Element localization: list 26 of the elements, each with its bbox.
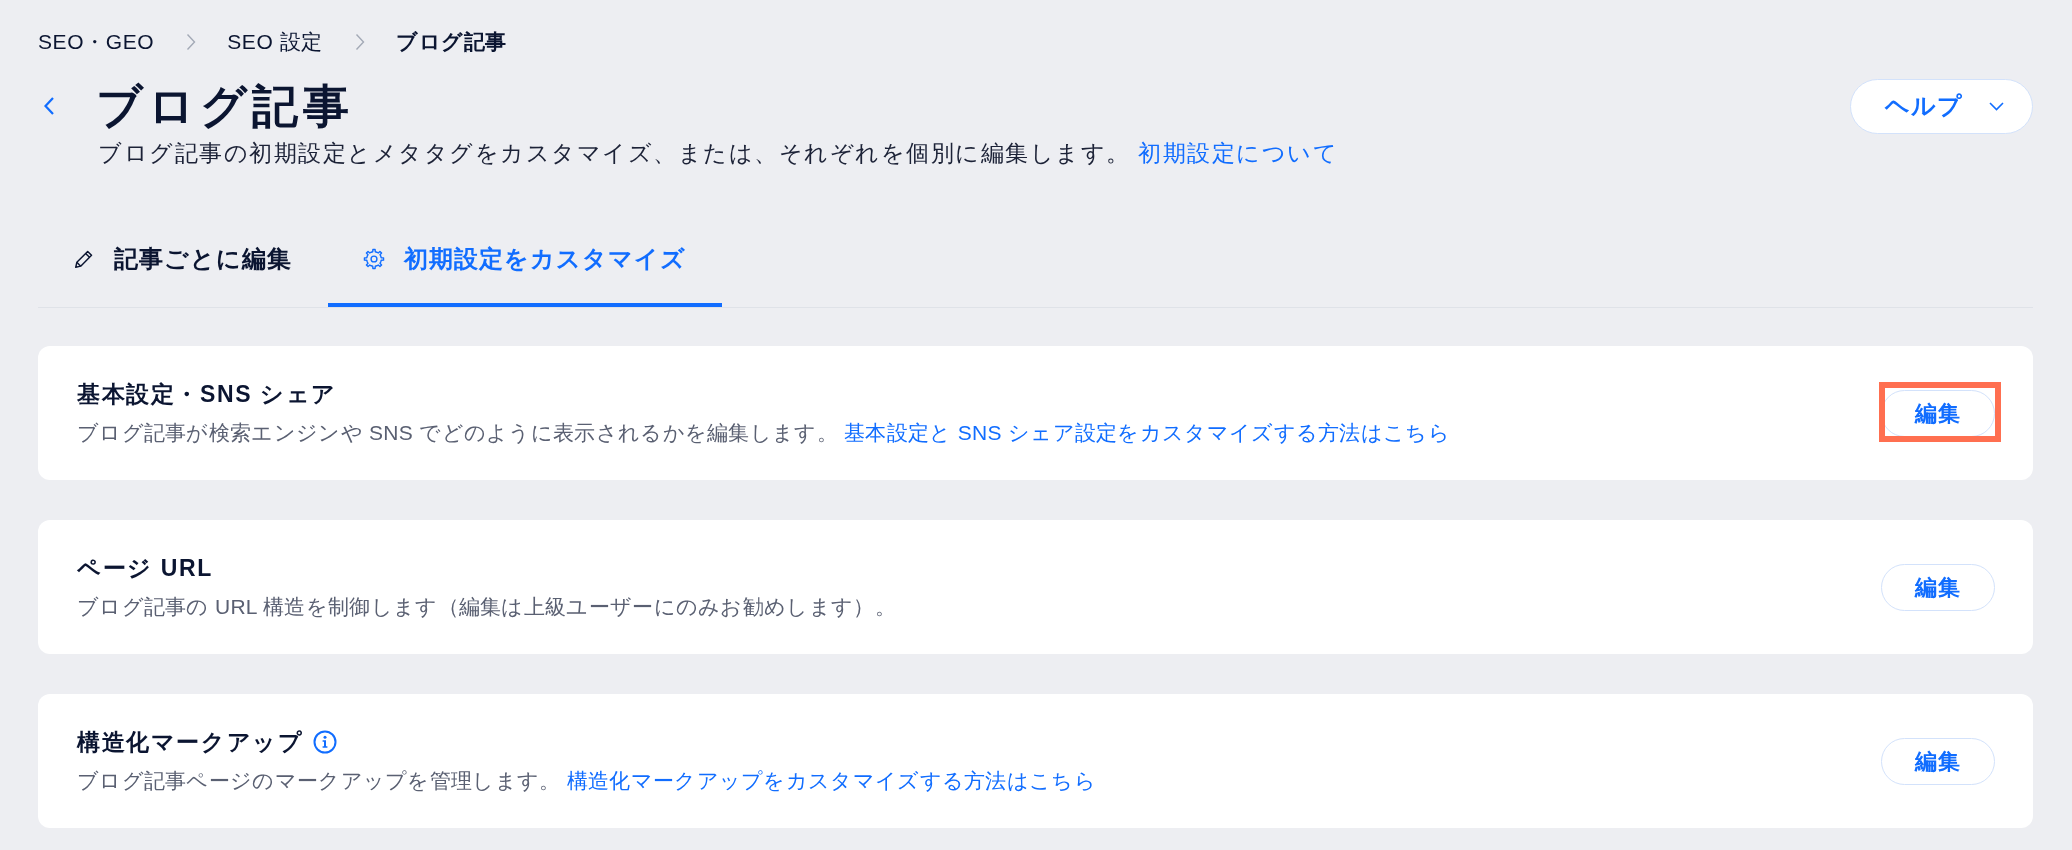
edit-button[interactable]: 編集: [1881, 738, 1995, 785]
page-description: ブログ記事の初期設定とメタタグをカスタマイズ、または、それぞれを個別に編集します。 初期設定について: [98, 139, 1340, 168]
page-title: ブログ記事: [96, 79, 354, 134]
pencil-icon: [73, 248, 95, 270]
chevron-left-icon: [43, 96, 55, 116]
edit-button[interactable]: 編集: [1881, 564, 1995, 611]
chevron-right-icon: [186, 33, 197, 51]
tab[interactable]: 記事ごとに編集: [38, 213, 328, 307]
section-title: 基本設定・SNS シェア: [77, 380, 337, 409]
chevron-right-icon: [355, 33, 366, 51]
gear-icon: [363, 248, 385, 270]
breadcrumb-link[interactable]: SEO・GEO: [38, 28, 155, 56]
info-icon[interactable]: [313, 730, 338, 754]
breadcrumb-current: ブログ記事: [396, 29, 508, 55]
section-title: 構造化マークアップ: [77, 728, 304, 757]
section-description: ブログ記事の URL 構造を制御します（編集は上級ユーザーにのみお勧めします）。: [77, 594, 896, 620]
help-button[interactable]: ヘルプ: [1850, 78, 2033, 134]
learn-more-link[interactable]: 初期設定について: [1138, 140, 1339, 166]
breadcrumb-link[interactable]: SEO 設定: [227, 28, 324, 56]
help-link[interactable]: 構造化マークアップをカスタマイズする方法はこちら: [566, 769, 1096, 792]
section-description: ブログ記事が検索エンジンや SNS でどのように表示されるかを編集します。 基本設定と SNS シェア設定をカスタマイズする方法はこちら: [77, 420, 1450, 446]
help-link[interactable]: 基本設定と SNS シェア設定をカスタマイズする方法はこちら: [844, 421, 1450, 444]
tab[interactable]: 初期設定をカスタマイズ: [328, 213, 722, 307]
caret-down-icon: [1989, 101, 2004, 111]
section-description: ブログ記事ページのマークアップを管理します。 構造化マークアップをカスタマイズする方法はこちら: [77, 768, 1096, 794]
section-title: ページ URL: [77, 554, 213, 583]
